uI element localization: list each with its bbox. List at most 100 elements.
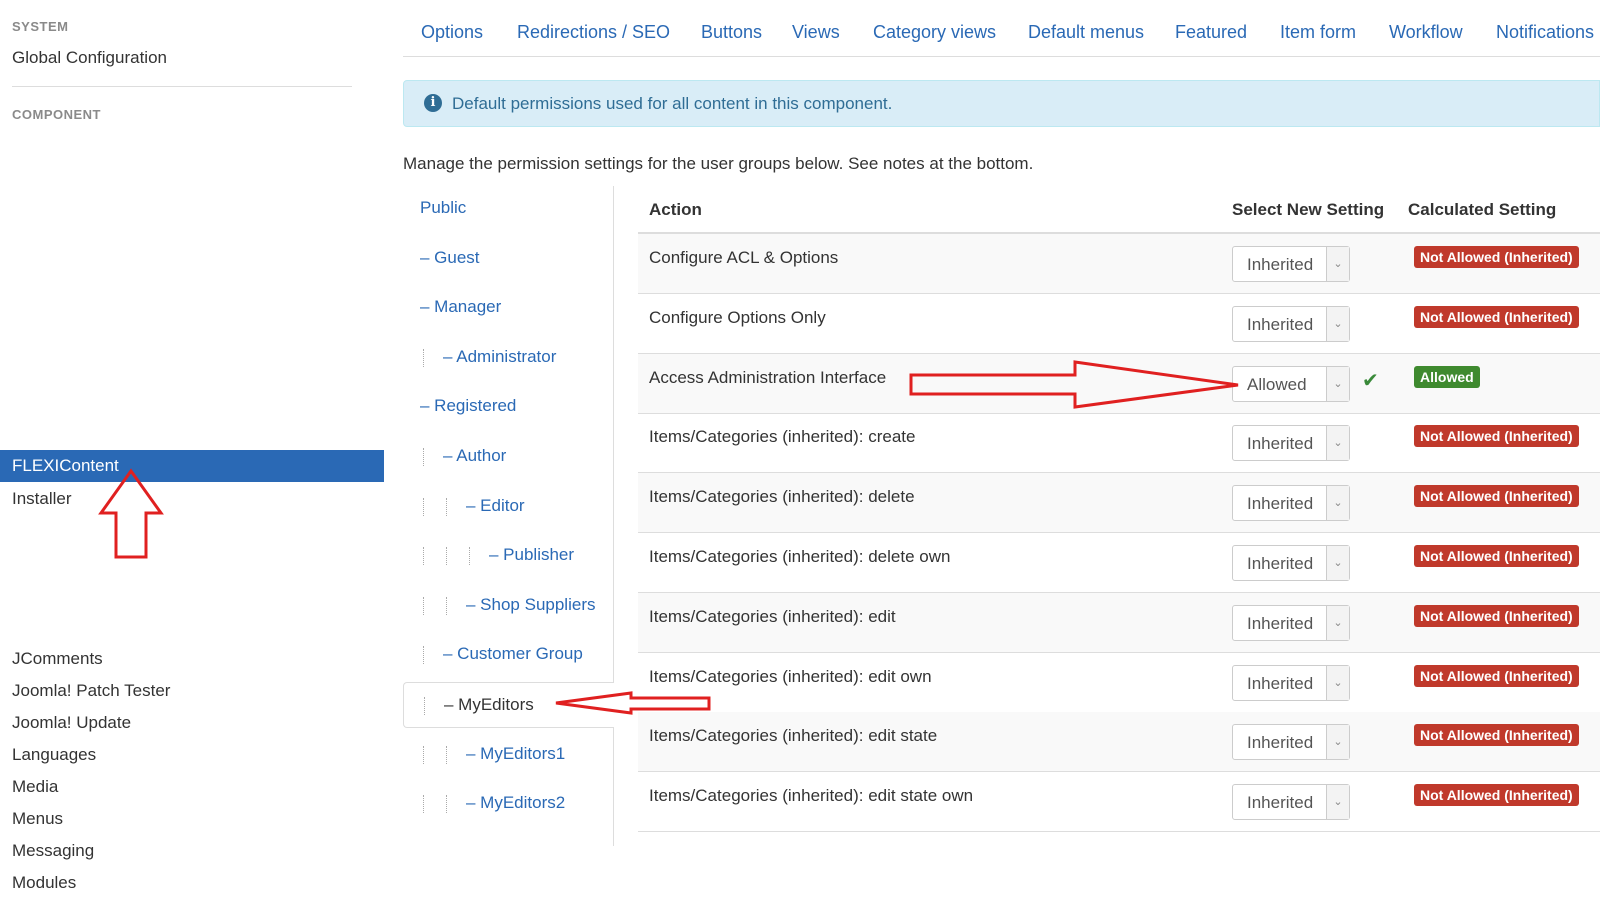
- user-group-item[interactable]: – MyEditors: [403, 682, 614, 728]
- sidebar-item-media[interactable]: Media: [12, 777, 58, 797]
- tab-views[interactable]: Views: [792, 22, 840, 43]
- tree-indent-guide: [423, 348, 424, 367]
- chevron-down-icon: ⌄: [1326, 426, 1349, 461]
- manage-permissions-text: Manage the permission settings for the u…: [403, 154, 1034, 173]
- user-group-item[interactable]: – Editor: [403, 484, 613, 530]
- system-heading: SYSTEM: [12, 19, 69, 34]
- checkmark-icon: ✔: [1362, 369, 1379, 392]
- chevron-down-icon: ⌄: [1326, 366, 1349, 401]
- table-row: Items/Categories (inherited): edit own In…: [638, 653, 1600, 713]
- tab-item-form[interactable]: Item form: [1280, 22, 1356, 43]
- sidebar-item-installer[interactable]: Installer: [12, 489, 72, 509]
- sidebar-item-global-configuration[interactable]: Global Configuration: [12, 48, 167, 68]
- user-group-item[interactable]: – Registered: [403, 384, 613, 430]
- action-label: Configure ACL & Options: [649, 248, 839, 267]
- sidebar-item-languages[interactable]: Languages: [12, 745, 96, 765]
- user-group-item[interactable]: – Administrator: [403, 335, 613, 381]
- permission-select-value: Inherited: [1247, 793, 1314, 813]
- user-group-label: – Manager: [420, 297, 502, 317]
- user-group-item[interactable]: – Manager: [403, 285, 613, 331]
- user-group-item[interactable]: – Guest: [403, 236, 613, 282]
- user-group-item[interactable]: – Shop Suppliers: [403, 583, 613, 629]
- permission-select[interactable]: Inherited ⌄: [1232, 545, 1350, 581]
- user-group-item[interactable]: – MyEditors1: [403, 732, 613, 778]
- header-action: Action: [649, 200, 702, 219]
- action-label: Items/Categories (inherited): edit state: [649, 726, 938, 746]
- tree-indent-guide: [446, 745, 447, 764]
- tab-buttons[interactable]: Buttons: [701, 22, 762, 43]
- tree-indent-guide: [423, 497, 424, 516]
- permission-select[interactable]: Inherited ⌄: [1232, 485, 1350, 522]
- tree-indent-guide: [446, 497, 447, 516]
- permission-select[interactable]: Inherited ⌄: [1232, 784, 1350, 821]
- user-group-item[interactable]: – Customer Group: [403, 632, 613, 678]
- permission-select[interactable]: Inherited ⌄: [1232, 425, 1350, 462]
- table-row: Configure Options Only Inherited ⌄ Not Allo…: [638, 294, 1600, 354]
- tab-notifications[interactable]: Notifications: [1496, 22, 1594, 43]
- tab-featured[interactable]: Featured: [1175, 22, 1247, 43]
- action-label: Configure Options Only: [649, 307, 826, 327]
- table-row: Items/Categories (inherited): delete own…: [638, 533, 1600, 593]
- component-sidebar: SYSTEM Global Configuration COMPONENT FL…: [0, 0, 384, 903]
- user-groups-list: Public – Guest – Manager – Administrator – R…: [403, 186, 614, 846]
- calculated-setting-badge: Not Allowed (Inherited): [1414, 784, 1579, 807]
- sidebar-item-messaging[interactable]: Messaging: [12, 841, 94, 861]
- user-group-item[interactable]: – Publisher: [403, 533, 613, 579]
- calculated-setting-badge: Not Allowed (Inherited): [1414, 305, 1579, 328]
- table-row: Configure ACL & Options Inherited ⌄ Not All…: [638, 234, 1600, 294]
- chevron-down-icon: ⌄: [1326, 486, 1349, 521]
- table-row: Items/Categories (inherited): edit state…: [638, 712, 1600, 773]
- tab-category-views[interactable]: Category views: [873, 22, 996, 43]
- action-label: Items/Categories (inherited): delete: [649, 487, 915, 507]
- user-group-label: – MyEditors2: [466, 793, 566, 813]
- permission-select[interactable]: Inherited ⌄: [1232, 664, 1350, 701]
- calculated-setting-badge: Not Allowed (Inherited): [1414, 604, 1579, 627]
- sidebar-item-modules[interactable]: Modules: [12, 873, 76, 893]
- user-group-label: – Publisher: [489, 545, 575, 565]
- user-group-item[interactable]: – Author: [403, 434, 613, 480]
- permission-select-value: Inherited: [1247, 255, 1314, 274]
- chevron-down-icon: ⌄: [1326, 306, 1349, 341]
- tab-options[interactable]: Options: [421, 22, 483, 43]
- permission-select[interactable]: Inherited ⌄: [1232, 724, 1350, 761]
- calculated-setting-badge: Not Allowed (Inherited): [1414, 246, 1579, 268]
- user-group-label: – Author: [443, 446, 507, 465]
- permission-select[interactable]: Inherited ⌄: [1232, 305, 1350, 342]
- action-label: Items/Categories (inherited): edit own: [649, 666, 932, 686]
- options-tabs: Options Redirections / SEO Buttons Views…: [403, 0, 1600, 57]
- tree-indent-guide: [469, 547, 470, 566]
- tree-indent-guide: [446, 547, 447, 566]
- header-select-new-setting: Select New Setting: [1232, 200, 1385, 219]
- tree-indent-guide: [423, 646, 424, 665]
- tab-default-menus[interactable]: Default menus: [1028, 22, 1144, 43]
- tree-indent-guide: [446, 795, 447, 814]
- sidebar-item-joomla-update[interactable]: Joomla! Update: [12, 713, 131, 733]
- calculated-setting-badge: Allowed: [1414, 365, 1480, 388]
- tab-workflow[interactable]: Workflow: [1389, 22, 1463, 43]
- tree-indent-guide: [423, 795, 424, 814]
- chevron-down-icon: ⌄: [1326, 247, 1349, 281]
- table-row: Items/Categories (inherited): delete Inhe…: [638, 473, 1600, 534]
- permission-select-value: Allowed: [1247, 374, 1307, 394]
- user-group-label: – MyEditors1: [466, 743, 566, 763]
- user-group-item[interactable]: – MyEditors2: [403, 781, 613, 827]
- user-group-item[interactable]: Public: [403, 186, 613, 232]
- permission-select[interactable]: Inherited ⌄: [1232, 246, 1350, 282]
- user-group-label: – Administrator: [443, 346, 557, 366]
- sidebar-item-menus[interactable]: Menus: [12, 809, 63, 829]
- user-group-label: – MyEditors: [444, 695, 534, 714]
- chevron-down-icon: ⌄: [1326, 546, 1349, 580]
- table-row: Items/Categories (inherited): edit state…: [638, 772, 1600, 833]
- sidebar-item-jcomments[interactable]: JComments: [12, 649, 103, 669]
- permission-select[interactable]: Inherited ⌄: [1232, 604, 1350, 641]
- user-group-label: – Customer Group: [443, 644, 583, 664]
- permission-select[interactable]: Allowed ⌄: [1232, 365, 1350, 402]
- permission-select-value: Inherited: [1247, 673, 1314, 693]
- sidebar-item-flexicontent[interactable]: FLEXIContent: [0, 450, 384, 482]
- chevron-down-icon: ⌄: [1326, 785, 1349, 820]
- permission-select-value: Inherited: [1247, 733, 1314, 753]
- user-group-label: – Guest: [420, 247, 480, 267]
- tab-redirections-seo[interactable]: Redirections / SEO: [517, 22, 670, 43]
- info-alert: i Default permissions used for all conte…: [403, 80, 1600, 127]
- sidebar-item-patch-tester[interactable]: Joomla! Patch Tester: [12, 681, 170, 701]
